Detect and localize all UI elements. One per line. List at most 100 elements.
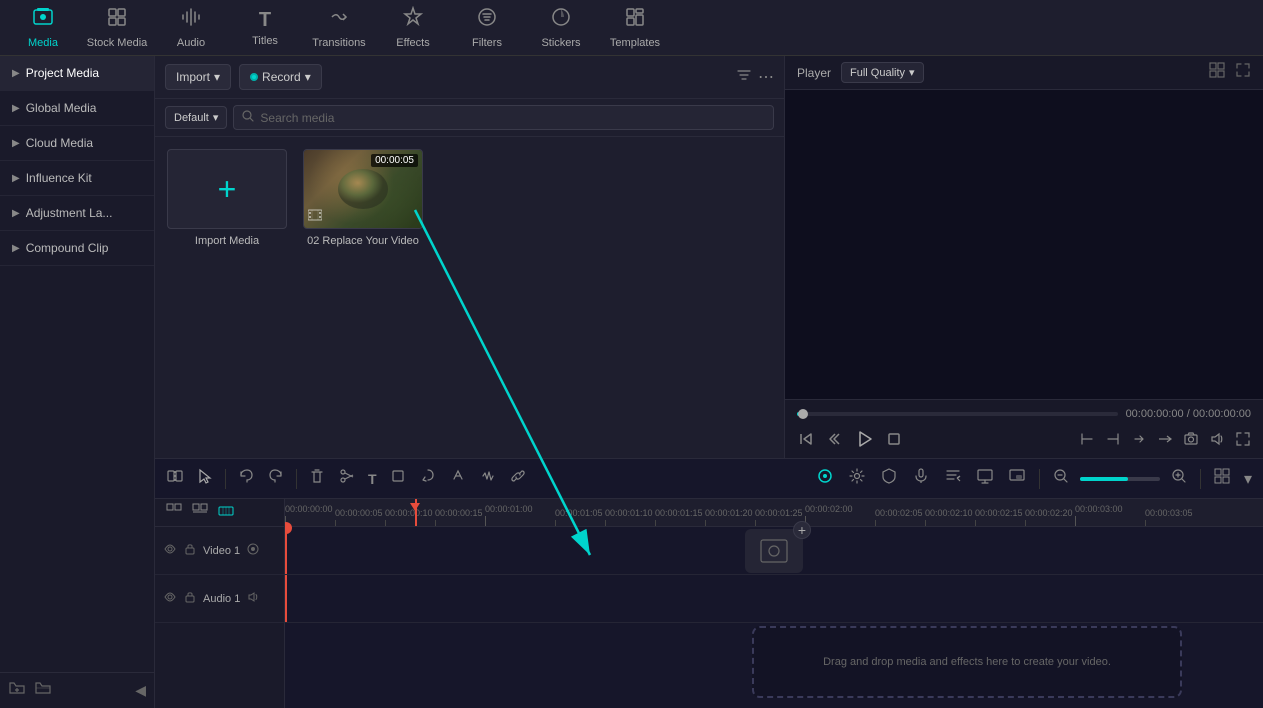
tl-sep-1 — [225, 469, 226, 489]
toolbar-media-label: Media — [28, 37, 58, 49]
folder-new-icon[interactable] — [8, 679, 26, 702]
player-mark-in-icon[interactable] — [1079, 431, 1095, 447]
player-time-current: 00:00:00:00 / 00:00:00:00 — [1126, 408, 1251, 420]
toolbar-effects[interactable]: Effects — [378, 3, 448, 53]
video-media-item[interactable]: 00:00:05 — [303, 149, 423, 247]
main-area: ▶ Project Media ▶ Global Media ▶ Cloud M… — [0, 56, 1263, 708]
tl-scene-icon[interactable] — [813, 464, 837, 493]
ruler-label-11: 00:00:02:05 — [875, 508, 923, 520]
sidebar-label-influence-kit: Influence Kit — [26, 171, 92, 185]
timeline-delete-icon[interactable] — [305, 464, 329, 493]
toolbar-filters[interactable]: Filters — [452, 3, 522, 53]
player-mark-out-icon[interactable] — [1105, 431, 1121, 447]
sidebar-item-influence-kit[interactable]: ▶ Influence Kit — [0, 161, 154, 196]
tl-transcript-icon[interactable] — [941, 464, 965, 493]
timeline-text-icon[interactable]: T — [365, 468, 380, 490]
video-track-row[interactable]: + — [285, 527, 1263, 575]
player-right-controls — [1079, 431, 1251, 447]
folder-open-icon[interactable] — [34, 679, 52, 702]
filters-icon — [476, 6, 498, 34]
sidebar-item-project-media[interactable]: ▶ Project Media — [0, 56, 154, 91]
player-canvas — [785, 90, 1263, 399]
timeline-snap-icon[interactable] — [163, 464, 187, 493]
tl-zoom-in-icon[interactable] — [1168, 465, 1190, 492]
timeline-rotate-icon[interactable] — [416, 464, 440, 493]
audio-volume-icon[interactable] — [246, 590, 260, 607]
ruler-label-2: 00:00:00:10 — [385, 508, 433, 520]
player-left-controls — [797, 428, 903, 450]
tl-mark-icon[interactable] — [215, 500, 237, 525]
sidebar-collapse-icon[interactable]: ◀ — [135, 682, 146, 699]
quality-label: Full Quality — [850, 67, 905, 79]
player-frame-back-icon[interactable] — [825, 430, 843, 448]
scrubber-track[interactable] — [797, 412, 1118, 416]
toolbar-titles[interactable]: T Titles — [230, 3, 300, 53]
toolbar-transitions[interactable]: Transitions — [304, 3, 374, 53]
zoom-slider[interactable] — [1080, 477, 1160, 481]
more-options-icon[interactable]: ⋯ — [758, 67, 774, 87]
timeline-undo-icon[interactable] — [234, 464, 258, 493]
tl-sep-2 — [296, 469, 297, 489]
video-media-thumb: 00:00:05 — [303, 149, 423, 229]
timeline-cut-icon[interactable] — [335, 464, 359, 493]
media-grid: + Import Media — [155, 137, 784, 458]
toolbar-effects-label: Effects — [396, 37, 429, 49]
toolbar-stickers[interactable]: Stickers — [526, 3, 596, 53]
toolbar-audio[interactable]: Audio — [156, 3, 226, 53]
toolbar-stickers-label: Stickers — [541, 37, 580, 49]
player-volume-icon[interactable] — [1209, 431, 1225, 447]
import-chevron-icon: ▾ — [214, 70, 220, 84]
track-eye-icon[interactable] — [163, 542, 177, 559]
player-screenshot-icon[interactable] — [1183, 431, 1199, 447]
default-dropdown[interactable]: Default ▾ — [165, 106, 227, 129]
tl-mic-icon[interactable] — [909, 464, 933, 493]
toolbar-templates[interactable]: Templates — [600, 3, 670, 53]
player-stop-icon[interactable] — [885, 430, 903, 448]
expand-icon[interactable] — [1235, 62, 1251, 83]
tl-pip-icon[interactable] — [1005, 464, 1029, 493]
track-lock-icon[interactable] — [183, 542, 197, 559]
quality-select[interactable]: Full Quality ▾ — [841, 62, 924, 83]
tl-shield-icon[interactable] — [877, 464, 901, 493]
tl-screen-record-icon[interactable] — [973, 464, 997, 493]
timeline-color-icon[interactable] — [446, 464, 470, 493]
tl-chevron-down-icon[interactable]: ▾ — [1241, 466, 1255, 492]
timeline-audio-icon[interactable] — [476, 464, 500, 493]
drop-zone-text-wrap: Drag and drop media and effects here to … — [752, 626, 1182, 698]
filter-icon[interactable] — [736, 67, 752, 87]
import-button[interactable]: Import ▾ — [165, 64, 231, 90]
audio-track-icon1[interactable] — [163, 590, 177, 607]
search-input[interactable] — [260, 111, 765, 125]
track-visible-icon[interactable] — [246, 542, 260, 559]
player-go-start-icon[interactable] — [797, 430, 815, 448]
import-media-item[interactable]: + Import Media — [167, 149, 287, 247]
tl-settings-icon[interactable] — [845, 464, 869, 493]
tl-layout-icon[interactable] — [1211, 465, 1233, 492]
timeline-crop-icon[interactable] — [386, 464, 410, 493]
audio-track-icon2[interactable] — [183, 590, 197, 607]
toolbar-media[interactable]: Media — [8, 3, 78, 53]
grid-view-icon[interactable] — [1209, 62, 1225, 83]
player-insert-icon[interactable] — [1131, 431, 1147, 447]
ruler-label-9: 00:00:01:25 — [755, 508, 803, 520]
sidebar-item-adjustment[interactable]: ▶ Adjustment La... — [0, 196, 154, 231]
tl-add-track-icon[interactable] — [163, 500, 185, 525]
tl-zoom-out-icon[interactable] — [1050, 465, 1072, 492]
timeline-area: T — [155, 458, 1263, 708]
player-overwrite-icon[interactable] — [1157, 431, 1173, 447]
video-media-label: 02 Replace Your Video — [307, 235, 419, 247]
record-button[interactable]: Record ▾ — [239, 64, 322, 90]
sidebar-item-global-media[interactable]: ▶ Global Media — [0, 91, 154, 126]
player-play-icon[interactable] — [853, 428, 875, 450]
sidebar-item-compound-clip[interactable]: ▶ Compound Clip — [0, 231, 154, 266]
timeline-select-icon[interactable] — [193, 464, 217, 493]
toolbar-stock[interactable]: Stock Media — [82, 3, 152, 53]
audio-track-row[interactable] — [285, 575, 1263, 623]
sidebar-item-cloud-media[interactable]: ▶ Cloud Media — [0, 126, 154, 161]
sidebar-arrow-cloud: ▶ — [12, 138, 20, 149]
timeline-redo-icon[interactable] — [264, 464, 288, 493]
default-chevron-icon: ▾ — [213, 111, 219, 124]
player-fullscreen-icon[interactable] — [1235, 431, 1251, 447]
timeline-link-icon[interactable] — [506, 464, 530, 493]
tl-track-settings-icon[interactable] — [189, 500, 211, 525]
